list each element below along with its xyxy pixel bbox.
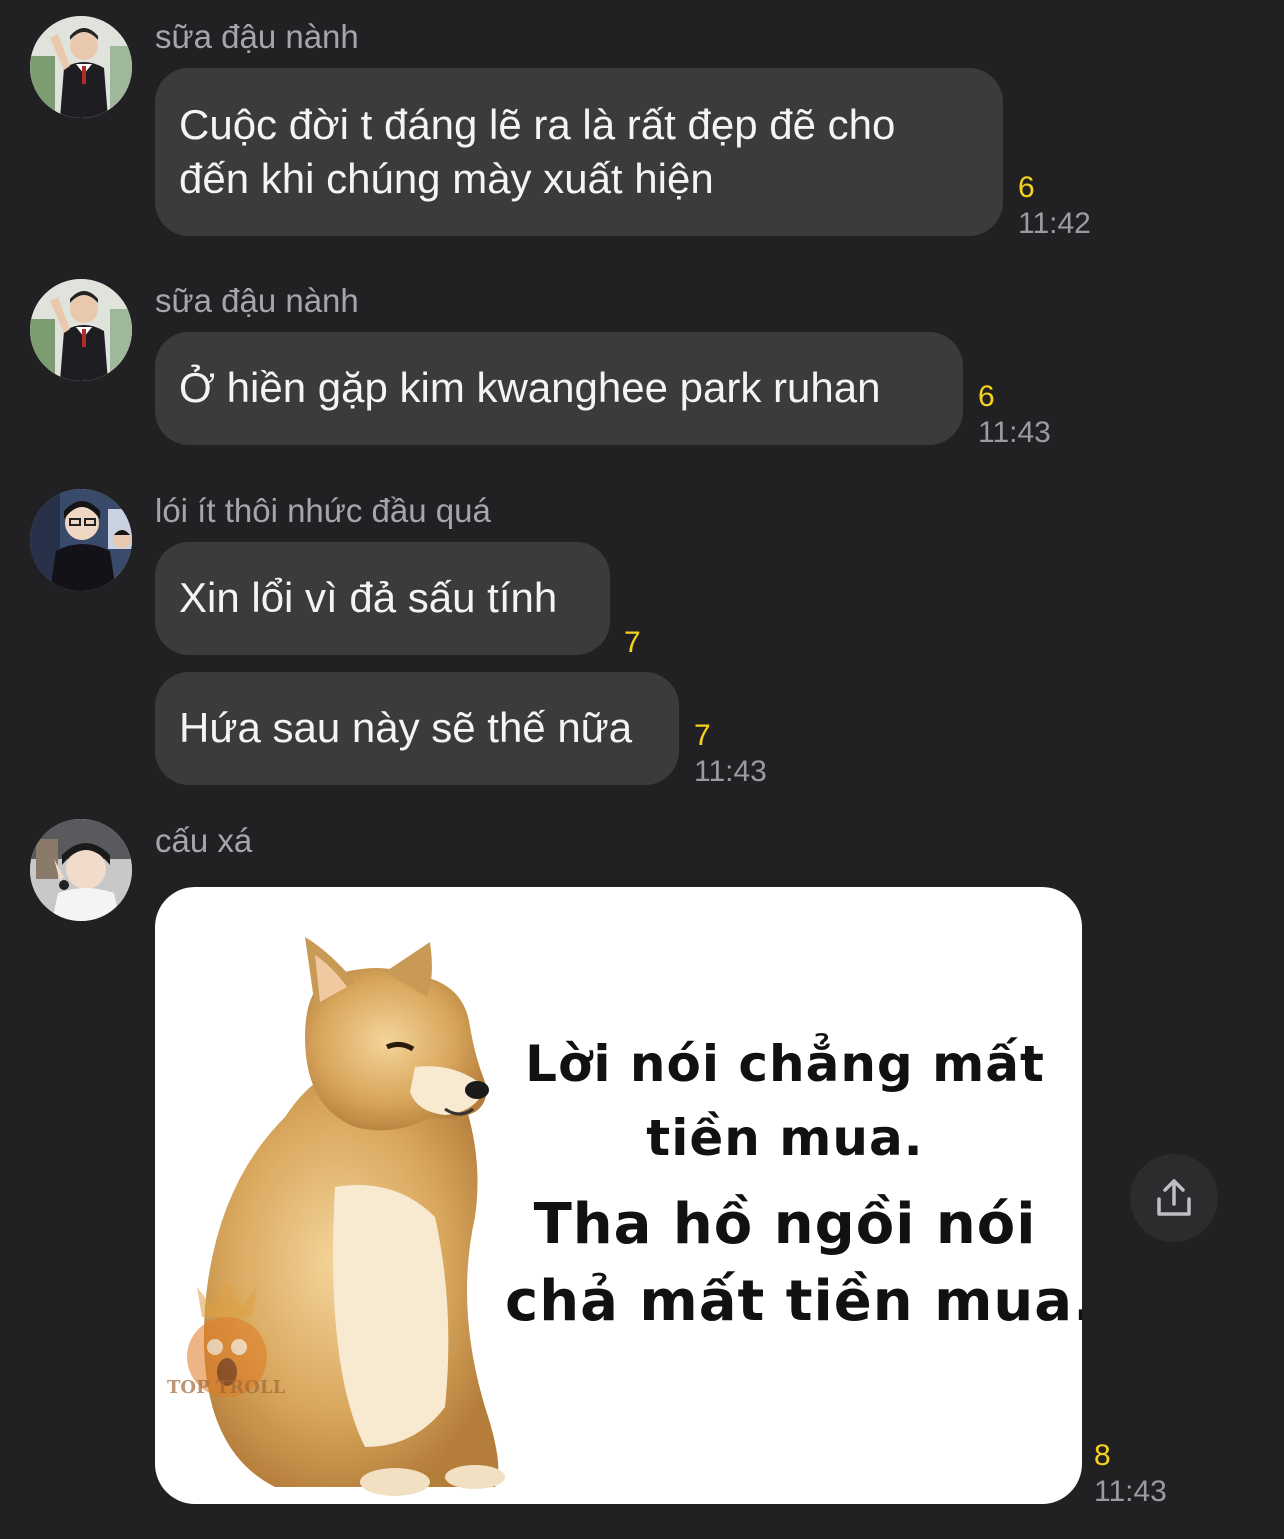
image-message[interactable]: TOP TROLL Lời nói chẳng mất tiền mua. Th… [155,887,1082,1504]
sender-name: cấu xá [155,822,253,859]
timestamp: 11:43 [978,416,1051,449]
message-meta: 6 11:43 [978,379,1051,451]
sender-name: lói ít thôi nhức đầu quá [155,492,491,529]
read-count: 6 [1018,171,1035,204]
message-bubble[interactable]: Ở hiền gặp kim kwanghee park ruhan [155,332,963,445]
sender-name: sữa đậu nành [155,282,359,319]
avatar-sua-dau-nanh[interactable] [30,279,132,381]
message-text-line: đến khi chúng mày xuất hiện [179,155,714,202]
meme-caption-line: tiền mua. [646,1109,924,1167]
avatar-sua-dau-nanh[interactable] [30,16,132,118]
message-text-line: Cuộc đời t đáng lẽ ra là rất đẹp đẽ cho [179,101,896,148]
read-count: 8 [1094,1439,1111,1472]
message-text-line: Ở hiền gặp kim kwanghee park ruhan [179,364,881,411]
read-count: 7 [694,719,711,752]
timestamp: 11:42 [1018,207,1091,240]
avatar-image [30,819,132,921]
message-bubble[interactable]: Hứa sau này sẽ thế nữa [155,672,679,785]
avatar-image [30,279,132,381]
sender-name: sữa đậu nành [155,18,359,55]
message-bubble[interactable]: Xin lổi vì đả sấu tính [155,542,610,655]
share-icon [1157,1179,1191,1216]
message-meta: 6 11:42 [1018,170,1091,242]
avatar-image [30,16,132,118]
meme-caption-line: Lời nói chẳng mất [525,1035,1045,1093]
meme-caption-line: chả mất tiền mua. [505,1269,1082,1334]
timestamp: 11:43 [1094,1475,1167,1508]
watermark-text: TOP TROLL [167,1377,286,1398]
avatar-loi-it-thoi[interactable] [30,489,132,591]
message-meta: 7 11:43 [694,718,767,790]
avatar-image [30,489,132,591]
timestamp: 11:43 [694,755,767,788]
message-text-line: Xin lổi vì đả sấu tính [179,574,558,621]
message-bubble[interactable]: Cuộc đời t đáng lẽ ra là rất đẹp đẽ cho … [155,68,1003,236]
meme-caption-line: Tha hồ ngồi nói [533,1192,1037,1257]
read-count: 6 [978,380,995,413]
read-count: 7 [624,626,641,659]
message-text-line: Hứa sau này sẽ thế nữa [179,704,633,751]
share-button[interactable] [1130,1154,1218,1242]
message-meta: 8 11:43 [1094,1438,1167,1510]
message-meta: 7 [624,625,641,661]
avatar-cau-xa[interactable] [30,819,132,921]
